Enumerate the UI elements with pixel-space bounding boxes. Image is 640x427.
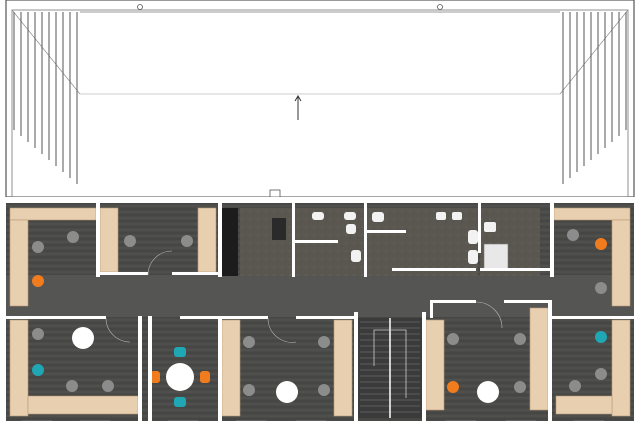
roof [5,0,635,198]
chair [595,282,607,294]
restroom-2 [366,208,478,276]
roof-vent-right [437,4,443,10]
chair-teal [595,331,607,343]
roof-chimney [269,189,281,198]
server-room [222,208,292,276]
chair [243,336,255,348]
chair-teal [174,397,186,407]
chair [514,381,526,393]
chair-orange [32,275,44,287]
round-table [276,381,298,403]
round-table [72,327,94,349]
chair [318,384,330,396]
chair-teal [32,364,44,376]
round-table [166,363,194,391]
chair [318,336,330,348]
chair-teal [174,347,186,357]
chair [243,384,255,396]
floor-plan [0,0,640,427]
chair [32,328,44,340]
chair-orange [447,381,459,393]
chair-orange [595,238,607,250]
round-table [477,381,499,403]
chair [102,380,114,392]
chair [569,380,581,392]
chair [32,241,44,253]
chair [447,333,459,345]
kitchenette [480,208,540,276]
chair-orange [200,371,210,383]
chair [567,229,579,241]
chair [66,380,78,392]
stairwell [358,318,422,418]
chair [124,235,136,247]
chair [514,333,526,345]
chair [67,231,79,243]
roof-vent-left [137,4,143,10]
chair [181,235,193,247]
chair [595,368,607,380]
